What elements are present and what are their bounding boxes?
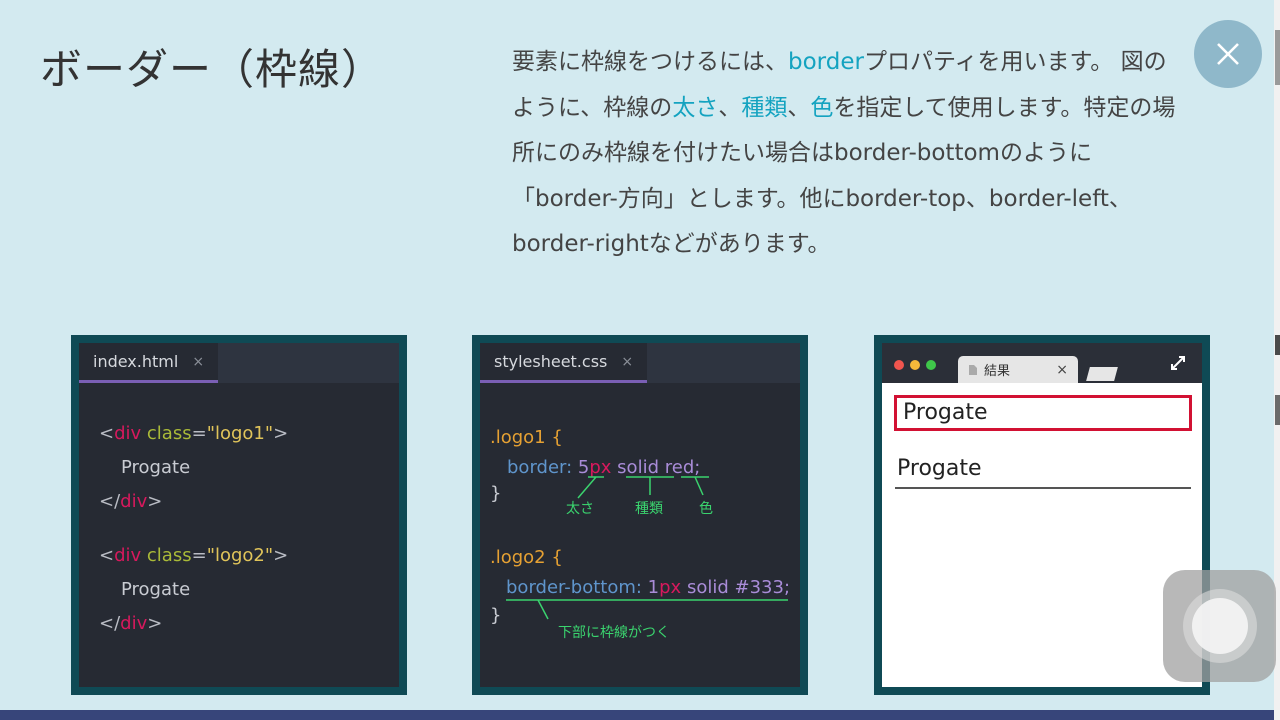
keyword-text: border bbox=[788, 49, 864, 75]
code-line: </div> bbox=[99, 491, 163, 512]
result-panel: 結果 × Progate Progate bbox=[874, 335, 1210, 695]
assistive-touch-button[interactable] bbox=[1163, 570, 1276, 682]
right-edge-mark bbox=[1275, 395, 1280, 425]
description-segment: 、 bbox=[787, 94, 811, 121]
description-segment: 要素に枠線をつけるには、 bbox=[512, 49, 788, 75]
description-text: 要素に枠線をつけるには、borderプロパティを用います。 図のように、枠線の太… bbox=[512, 40, 1177, 268]
tab-label: index.html bbox=[93, 352, 179, 371]
right-edge-mark bbox=[1275, 30, 1280, 85]
new-tab-button[interactable] bbox=[1086, 367, 1118, 381]
tab-close-icon[interactable]: × bbox=[1056, 362, 1068, 378]
annotation-type: 種類 bbox=[635, 501, 663, 517]
code-line: <div class="logo2"> bbox=[99, 545, 289, 566]
html-editor-panel: index.html × <div class="logo1"> Progate… bbox=[71, 335, 407, 695]
page-title: ボーダー（枠線） bbox=[40, 45, 385, 94]
code-line: border-bottom: 1px solid #333; bbox=[506, 577, 791, 598]
close-button[interactable] bbox=[1194, 20, 1262, 88]
result-logo2: Progate bbox=[895, 453, 1191, 489]
editor-tabbar: index.html × bbox=[79, 343, 399, 383]
tab-label: 結果 bbox=[984, 364, 1011, 379]
window-minimize-dot[interactable] bbox=[910, 360, 920, 370]
keyword-text: 色 bbox=[810, 94, 834, 121]
annotation-color: 色 bbox=[699, 501, 713, 517]
code-line: Progate bbox=[121, 457, 191, 478]
result-browser: 結果 × Progate Progate bbox=[882, 343, 1202, 687]
keyword-text: 太さ bbox=[672, 94, 719, 121]
keyword-text: 種類 bbox=[741, 94, 788, 121]
tab-result[interactable]: 結果 × bbox=[958, 356, 1078, 383]
annotation-width: 太さ bbox=[566, 501, 594, 517]
bottom-progress-bar bbox=[0, 710, 1274, 720]
code-line: <div class="logo1"> bbox=[99, 423, 289, 444]
assistive-touch-inner bbox=[1192, 598, 1248, 654]
close-icon bbox=[1217, 43, 1239, 65]
css-editor-panel: stylesheet.css × .logo1 { border: 5px so… bbox=[472, 335, 808, 695]
code-line: .logo2 { bbox=[490, 547, 563, 568]
tab-close-icon[interactable]: × bbox=[192, 354, 204, 370]
code-line: Progate bbox=[121, 579, 191, 600]
tab-index-html[interactable]: index.html × bbox=[79, 343, 219, 383]
right-edge-mark bbox=[1275, 335, 1280, 355]
code-line: </div> bbox=[99, 613, 163, 634]
code-line: } bbox=[490, 605, 502, 626]
browser-chrome: 結果 × bbox=[882, 343, 1202, 383]
result-logo1: Progate bbox=[894, 395, 1192, 431]
html-editor: index.html × <div class="logo1"> Progate… bbox=[79, 343, 399, 687]
description-segment: 、 bbox=[718, 94, 742, 121]
expand-icon[interactable] bbox=[1170, 355, 1186, 371]
window-maximize-dot[interactable] bbox=[926, 360, 936, 370]
window-close-dot[interactable] bbox=[894, 360, 904, 370]
css-editor: stylesheet.css × .logo1 { border: 5px so… bbox=[480, 343, 800, 687]
document-icon bbox=[969, 364, 977, 375]
annotation-bottom: 下部に枠線がつく bbox=[558, 625, 670, 641]
